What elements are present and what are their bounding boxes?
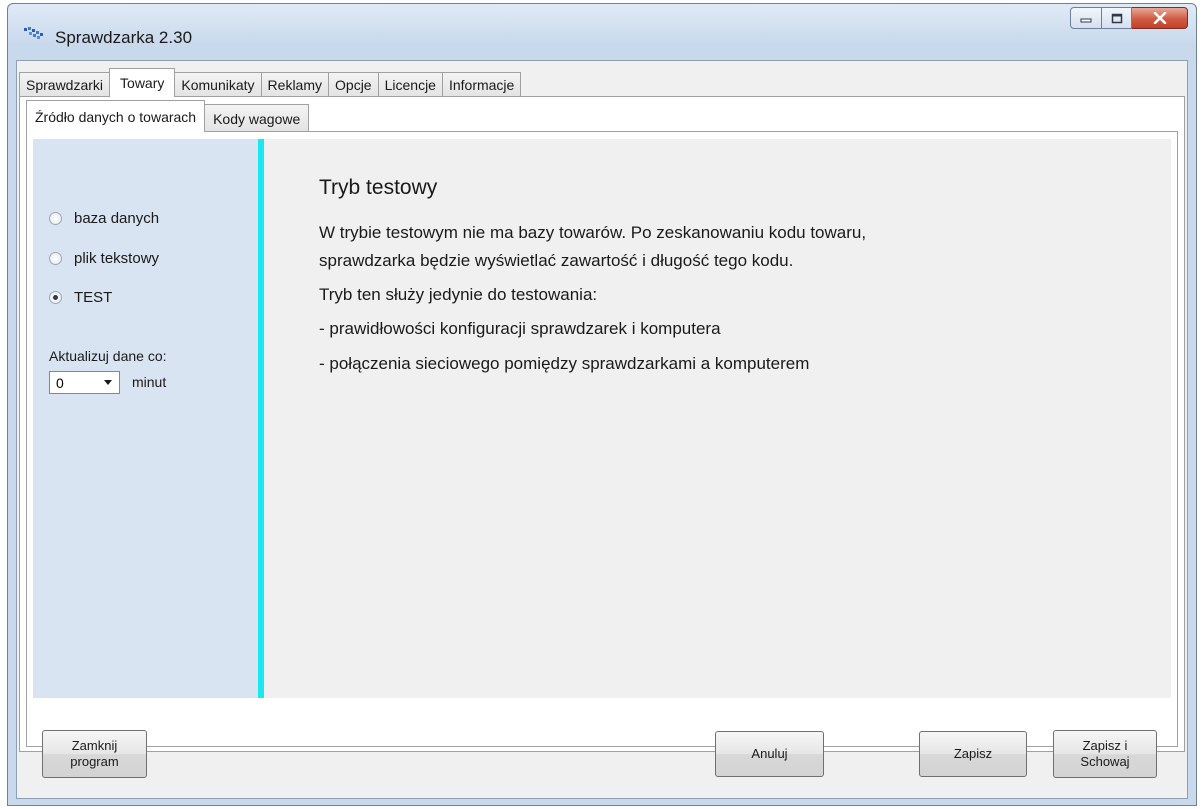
update-interval-select[interactable]: 0 [49, 371, 120, 394]
info-line-1: W trybie testowym nie ma bazy towarów. P… [319, 223, 867, 242]
info-line-4: - prawidłowości konfiguracji sprawdzarek… [319, 319, 721, 338]
update-interval-label: Aktualizuj dane co: [49, 348, 167, 364]
tab-opcje[interactable]: Opcje [328, 72, 379, 97]
radio-test[interactable]: TEST [49, 289, 112, 306]
save-and-hide-label-1: Zapisz i [1082, 738, 1128, 753]
window-title: Sprawdzarka 2.30 [55, 28, 193, 47]
title-bar[interactable]: Sprawdzarka 2.30 [8, 4, 1196, 60]
close-program-label-2: program [70, 754, 119, 769]
towary-tab-panel: Źródło danych o towarach Kody wagowe baz… [19, 96, 1185, 752]
update-interval-value: 0 [56, 374, 64, 391]
radio-button-checked-icon [49, 291, 62, 304]
window-controls [1070, 7, 1188, 33]
update-interval-unit: minut [132, 374, 167, 390]
maximize-button[interactable] [1102, 7, 1132, 29]
info-line-5: - połączenia sieciowego pomiędzy sprawdz… [319, 354, 810, 373]
chevron-down-icon [104, 380, 112, 385]
source-options-panel: baza danych plik tekstowy TEST Aktualizu… [33, 139, 258, 698]
radio-button-icon [49, 212, 62, 225]
close-window-button[interactable] [1132, 7, 1188, 29]
tab-zrodlo-danych[interactable]: Źródło danych o towarach [26, 100, 206, 132]
tab-kody-wagowe[interactable]: Kody wagowe [204, 104, 310, 132]
close-program-label-1: Zamknij [71, 738, 118, 753]
radio-button-icon [49, 252, 62, 265]
minimize-button[interactable] [1070, 7, 1102, 29]
tab-sprawdzarki[interactable]: Sprawdzarki [19, 72, 111, 97]
save-and-hide-label-2: Schowaj [1080, 754, 1130, 769]
info-line-2: sprawdzarka będzie wyświetlać zawartość … [319, 251, 794, 270]
save-button[interactable]: Zapisz [919, 731, 1027, 777]
radio-plik-tekstowy[interactable]: plik tekstowy [49, 250, 159, 267]
tab-informacje[interactable]: Informacje [441, 72, 522, 97]
info-title: Tryb testowy [319, 176, 438, 199]
radio-label: plik tekstowy [74, 250, 160, 267]
tab-licencje[interactable]: Licencje [377, 72, 443, 97]
tab-towary[interactable]: Towary [109, 68, 176, 97]
tab-komunikaty[interactable]: Komunikaty [174, 72, 262, 97]
maximize-icon [1111, 13, 1122, 23]
mode-info-panel: Tryb testowy W trybie testowym nie ma ba… [264, 139, 1171, 698]
sub-tab-strip: Źródło danych o towarach Kody wagowe [26, 100, 310, 132]
client-area: Sprawdzarki Towary Komunikaty Reklamy Op… [16, 60, 1188, 799]
radio-baza-danych[interactable]: baza danych [49, 210, 159, 227]
radio-label: baza danych [74, 210, 160, 227]
info-line-3: Tryb ten służy jedynie do testowania: [319, 285, 598, 304]
app-logo-icon [24, 27, 43, 39]
close-program-button[interactable]: Zamknij program [42, 730, 147, 778]
close-icon [1153, 12, 1166, 24]
radio-label: TEST [74, 289, 113, 306]
app-window: Sprawdzarka 2.30 Sprawdzarki Towary Komu… [7, 3, 1197, 806]
save-and-hide-button[interactable]: Zapisz i Schowaj [1053, 730, 1157, 778]
cancel-button[interactable]: Anuluj [715, 731, 824, 777]
tab-reklamy[interactable]: Reklamy [260, 72, 330, 97]
data-source-panel: baza danych plik tekstowy TEST Aktualizu… [26, 131, 1178, 747]
minimize-icon [1080, 18, 1092, 23]
radio-dot [53, 295, 58, 300]
main-tab-strip: Sprawdzarki Towary Komunikaty Reklamy Op… [19, 68, 522, 97]
